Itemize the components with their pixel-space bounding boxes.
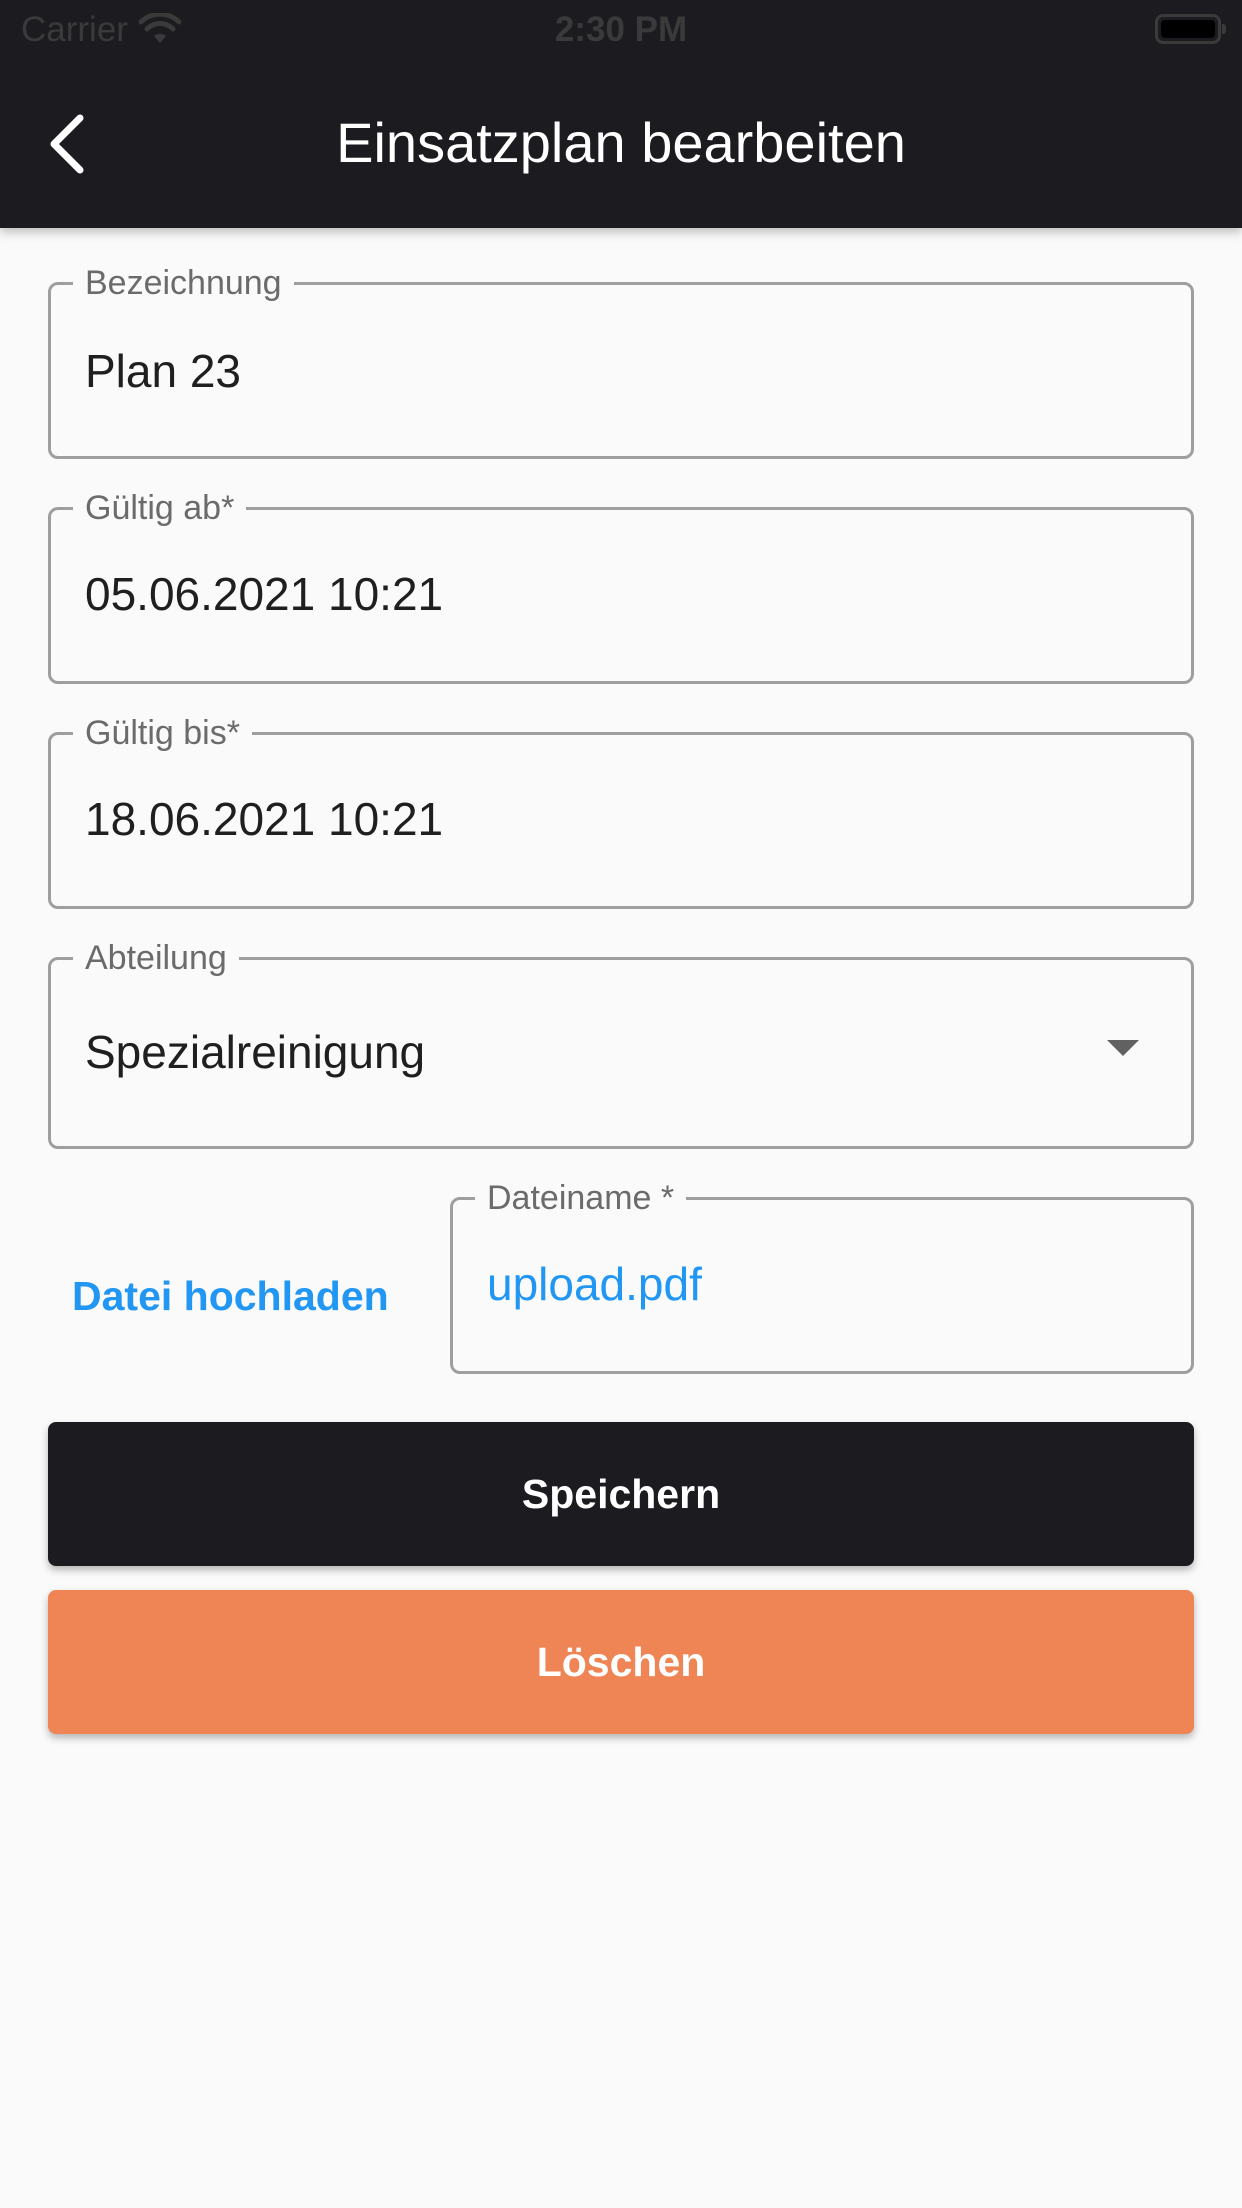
bezeichnung-field[interactable]: Bezeichnung Plan 23 bbox=[48, 263, 1194, 459]
gueltig-bis-field[interactable]: Gültig bis* 18.06.2021 10:21 bbox=[48, 713, 1194, 909]
abteilung-dropdown[interactable]: Abteilung Spezialreinigung bbox=[48, 938, 1194, 1149]
app-header: Carrier 2:30 PM Einsatzplan bearbeiten bbox=[0, 0, 1242, 228]
bezeichnung-value[interactable]: Plan 23 bbox=[85, 343, 241, 399]
dropdown-arrow-icon[interactable] bbox=[1107, 1040, 1139, 1056]
page-title: Einsatzplan bearbeiten bbox=[336, 111, 906, 174]
dateiname-value[interactable]: upload.pdf bbox=[487, 1256, 702, 1312]
battery-icon bbox=[1155, 14, 1226, 44]
bezeichnung-label: Bezeichnung bbox=[73, 263, 294, 303]
status-time: 2:30 PM bbox=[554, 10, 688, 49]
save-button[interactable]: Speichern bbox=[48, 1422, 1194, 1566]
abteilung-value: Spezialreinigung bbox=[85, 1026, 426, 1078]
upload-file-button[interactable]: Datei hochladen bbox=[72, 1268, 389, 1324]
abteilung-label: Abteilung bbox=[73, 938, 239, 978]
gueltig-bis-value[interactable]: 18.06.2021 10:21 bbox=[85, 791, 443, 847]
gueltig-bis-label: Gültig bis* bbox=[73, 713, 252, 753]
gueltig-ab-field[interactable]: Gültig ab* 05.06.2021 10:21 bbox=[48, 488, 1194, 684]
dateiname-label: Dateiname * bbox=[475, 1178, 687, 1218]
delete-button[interactable]: Löschen bbox=[48, 1590, 1194, 1734]
gueltig-ab-label: Gültig ab* bbox=[73, 488, 247, 528]
gueltig-ab-value[interactable]: 05.06.2021 10:21 bbox=[85, 566, 443, 622]
dateiname-field[interactable]: Dateiname * upload.pdf bbox=[450, 1178, 1194, 1374]
